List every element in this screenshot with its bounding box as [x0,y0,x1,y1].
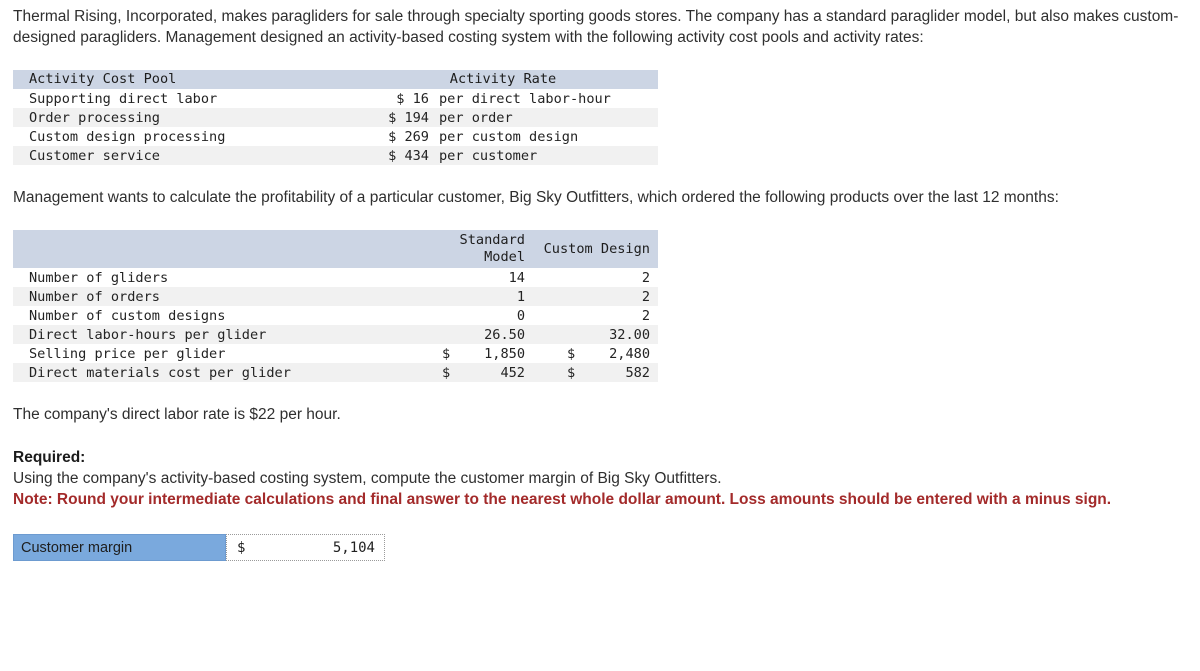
column-header-blank [13,230,408,268]
table-header-row: Activity Cost Pool Activity Rate [13,70,658,89]
currency-symbol: $ [567,364,576,381]
table-row: Supporting direct labor $ 16 per direct … [13,89,658,108]
value: 1 [516,288,525,305]
cell-row-label: Number of orders [29,288,160,305]
cell-custom-design-value: 32.00 [533,325,658,344]
currency-symbol: $ [388,128,397,145]
cell-activity-rate-unit: per customer [439,147,538,164]
cell-standard-model-value: 0 [408,306,533,325]
customer-margin-value: 5,104 [332,539,375,556]
cell-standard-model-value: $452 [408,363,533,382]
cell-activity-rate-amount: $ 434 [348,146,433,165]
cell-custom-design-value: $2,480 [533,344,658,363]
currency-symbol: $ [388,147,397,164]
value: 582 [625,364,650,381]
cell-custom-design-value: $582 [533,363,658,382]
value: 2,480 [609,345,650,362]
labor-rate-paragraph: The company's direct labor rate is $22 p… [13,406,341,423]
customer-margin-input[interactable]: $ 5,104 [226,534,385,561]
header-line-2: Model [484,249,525,265]
table-row: Direct materials cost per glider $452 $5… [13,363,658,382]
cell-row-label: Number of gliders [29,269,169,286]
cell-activity-rate-amount: $ 269 [348,127,433,146]
cell-activity-cost-pool: Customer service [29,147,160,164]
table-row: Number of custom designs 0 2 [13,306,658,325]
currency-symbol: $ [237,539,246,556]
cell-activity-rate-unit: per direct labor-hour [439,90,611,107]
table-row: Customer service $ 434 per customer [13,146,658,165]
value: 2 [641,307,650,324]
table-row: Number of orders 1 2 [13,287,658,306]
table-row: Custom design processing $ 269 per custo… [13,127,658,146]
cell-custom-design-value: 2 [533,306,658,325]
cell-row-label: Number of custom designs [29,307,226,324]
currency-symbol: $ [388,109,397,126]
cell-activity-cost-pool: Supporting direct labor [29,90,218,107]
required-heading: Required: [13,449,86,466]
table-row: Number of gliders 14 2 [13,268,658,287]
cell-row-label: Selling price per glider [29,345,226,362]
cell-standard-model-value: 14 [408,268,533,287]
value: 0 [516,307,525,324]
cell-custom-design-value: 2 [533,268,658,287]
cell-row-label: Direct materials cost per glider [29,364,291,381]
problem-page: Thermal Rising, Incorporated, makes para… [0,0,1200,510]
currency-symbol: $ [567,345,576,362]
cell-activity-cost-pool: Custom design processing [29,128,226,145]
value: 26.50 [484,326,525,343]
value: 2 [641,269,650,286]
value: 1,850 [484,345,525,362]
intro-paragraph: Thermal Rising, Incorporated, makes para… [13,8,1179,46]
cell-row-label: Direct labor-hours per glider [29,326,267,343]
table-row: Selling price per glider $1,850 $2,480 [13,344,658,363]
rate-amount: 194 [404,109,429,126]
cell-standard-model-value: 1 [408,287,533,306]
cell-activity-rate-unit: per order [439,109,513,126]
header-line-1: Standard [459,232,525,248]
cell-custom-design-value: 2 [533,287,658,306]
activity-rates-table: Activity Cost Pool Activity Rate Support… [13,70,658,165]
customer-orders-table: Standard Model Custom Design Number of gl… [13,230,658,382]
rate-amount: 16 [412,90,429,107]
cell-standard-model-value: $1,850 [408,344,533,363]
column-header-custom-design: Custom Design [533,230,658,268]
rate-amount: 269 [404,128,429,145]
table-row: Order processing $ 194 per order [13,108,658,127]
required-instruction: Using the company's activity-based costi… [13,470,722,487]
value: 32.00 [609,326,650,343]
value: 14 [508,269,525,286]
rate-amount: 434 [404,147,429,164]
cell-activity-rate-amount: $ 194 [348,108,433,127]
customer-margin-answer-row: Customer margin $ 5,104 [13,534,385,561]
cell-activity-cost-pool: Order processing [29,109,160,126]
required-note: Note: Round your intermediate calculatio… [13,491,1112,508]
currency-symbol: $ [442,345,451,362]
currency-symbol: $ [396,90,405,107]
currency-symbol: $ [442,364,451,381]
column-header-activity-cost-pool: Activity Cost Pool [13,70,348,89]
cell-standard-model-value: 26.50 [408,325,533,344]
customer-margin-label: Customer margin [13,534,226,561]
table-row: Direct labor-hours per glider 26.50 32.0… [13,325,658,344]
column-header-activity-rate: Activity Rate [348,70,658,89]
mid-paragraph: Management wants to calculate the profit… [13,189,1059,206]
cell-activity-rate-unit: per custom design [439,128,579,145]
column-header-standard-model: Standard Model [408,230,533,268]
value: 2 [641,288,650,305]
table-header-row: Standard Model Custom Design [13,230,658,268]
value: 452 [500,364,525,381]
cell-activity-rate-amount: $ 16 [348,89,433,108]
